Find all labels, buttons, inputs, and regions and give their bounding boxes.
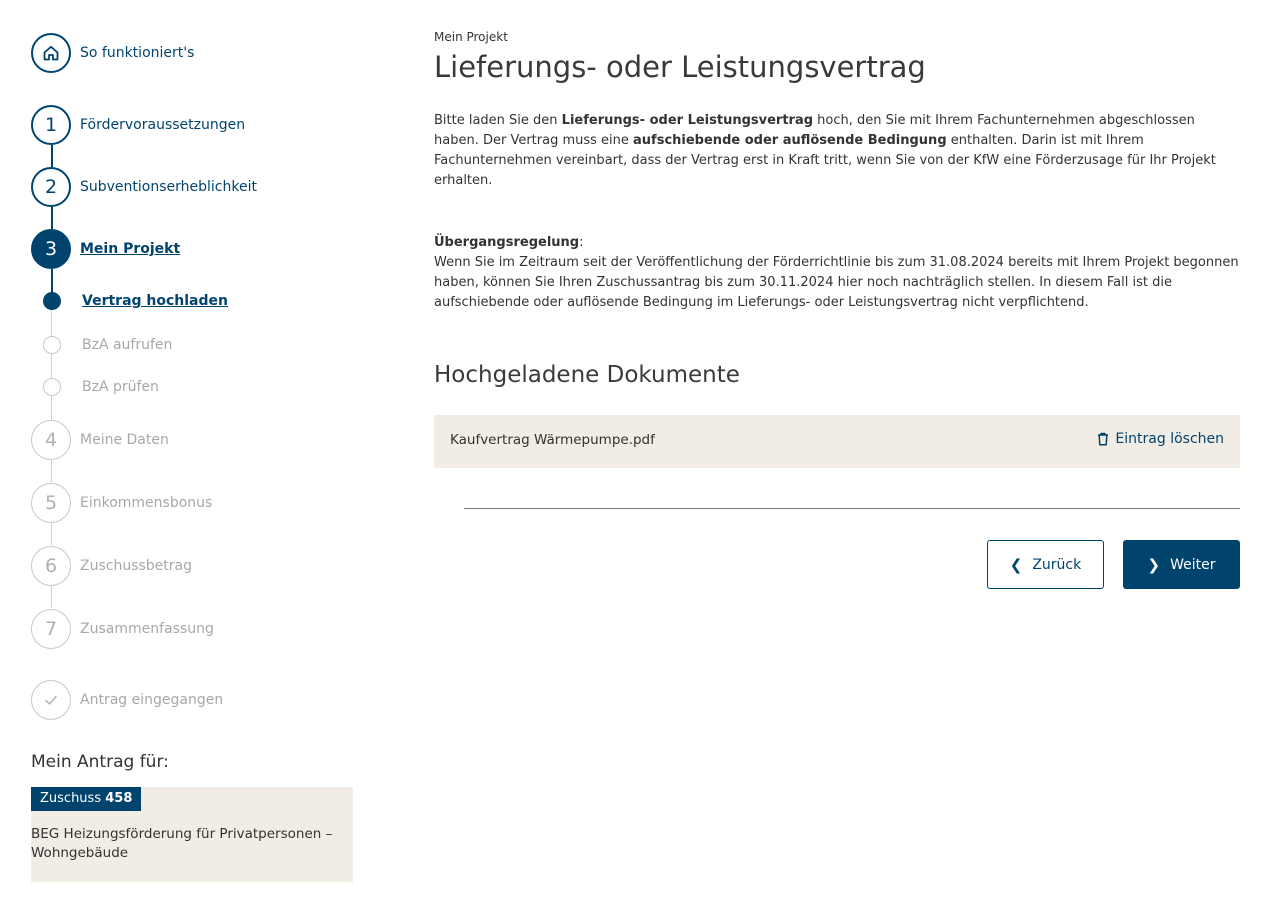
sidebar-step-label: Meine Daten [80,432,169,448]
sidebar-step-label: Mein Projekt [80,241,181,257]
substep-dot [43,378,61,396]
sidebar-substep-bza-check: BzA prüfen [43,378,159,396]
sidebar-step-label: Einkommensbonus [80,495,213,511]
substep-dot [43,292,61,310]
trash-icon [1098,432,1109,446]
transition-colon: : [579,235,584,250]
back-button-label: Zurück [1032,556,1082,573]
sidebar-step-submitted: Antrag eingegangen [31,680,223,720]
sidebar-item-label: So funktioniert's [80,45,195,61]
step-connector [51,145,53,167]
intro-bold-2: aufschiebende oder auflösende Bedingung [633,133,947,148]
uploaded-documents-heading: Hochgeladene Dokumente [434,362,740,388]
sidebar-step-label: Subventionserheblichkeit [80,179,257,195]
step-number: 5 [31,483,71,523]
back-button[interactable]: ❮ Zurück [987,540,1104,589]
intro-bold-1: Lieferungs- oder Leistungsvertrag [561,113,814,128]
sidebar-step-label: Zuschussbetrag [80,558,192,574]
sidebar-step-7: 7 Zusammenfassung [31,609,214,649]
sidebar-step-label: Zusammenfassung [80,621,214,637]
transition-heading: Übergangsregelung [434,235,580,250]
sidebar-substep-upload-contract[interactable]: Vertrag hochladen [43,292,228,310]
substep-dot [43,336,61,354]
transition-paragraph: Wenn Sie im Zeitraum seit der Veröffentl… [434,255,1239,310]
step-connector [51,310,52,336]
progress-sidebar: So funktioniert's 1 Fördervoraussetzunge… [0,0,380,900]
document-row: Kaufvertrag Wärmepumpe.pdf Eintrag lösch… [434,415,1240,468]
sidebar-item-how-it-works[interactable]: So funktioniert's [31,33,194,73]
sidebar-step-label: Fördervoraussetzungen [80,117,246,133]
chevron-left-icon: ❮ [1009,555,1023,574]
step-connector [51,586,52,608]
step-number: 4 [31,420,71,460]
step-number: 7 [31,609,71,649]
step-connector [51,460,52,482]
main-content: Mein Projekt Lieferungs- oder Leistungsv… [434,0,1240,900]
substep-label: BzA aufrufen [82,337,173,353]
page-pretitle: Mein Projekt [434,30,508,44]
step-number: 1 [31,105,71,145]
check-icon [31,680,71,720]
chevron-right-icon: ❯ [1147,555,1161,574]
delete-entry-button[interactable]: Eintrag löschen [1097,431,1224,447]
sidebar-step-5: 5 Einkommensbonus [31,483,212,523]
sidebar-step-4: 4 Meine Daten [31,420,169,460]
substep-label: Vertrag hochladen [82,293,228,309]
step-connector [51,207,53,229]
delete-entry-label: Eintrag löschen [1115,431,1224,447]
divider [464,508,1240,509]
grant-badge-number: 458 [105,791,133,806]
page-title: Lieferungs- oder Leistungsvertrag [434,50,926,84]
grant-badge: Zuschuss 458 [31,787,142,811]
application-summary-card: Zuschuss 458 BEG Heizungsförderung für P… [31,787,353,882]
step-number: 6 [31,546,71,586]
substep-label: BzA prüfen [82,379,159,395]
document-name: Kaufvertrag Wärmepumpe.pdf [450,432,655,448]
step-connector [51,396,52,420]
home-icon [31,33,71,73]
sidebar-step-6: 6 Zuschussbetrag [31,546,192,586]
step-connector [51,523,52,545]
grant-description: BEG Heizungsförderung für Privatpersonen… [31,826,333,861]
sidebar-step-label: Antrag eingegangen [80,692,224,708]
sidebar-step-1[interactable]: 1 Fördervoraussetzungen [31,105,245,145]
intro-paragraph: Bitte laden Sie den Lieferungs- oder Lei… [434,111,1240,191]
sidebar-step-2[interactable]: 2 Subventionserheblichkeit [31,167,257,207]
next-button[interactable]: ❯ Weiter [1123,540,1240,589]
sidebar-substep-bza-open: BzA aufrufen [43,336,172,354]
step-connector [51,354,52,378]
next-button-label: Weiter [1170,556,1216,573]
step-connector [51,269,53,292]
step-number: 3 [31,229,71,269]
intro-text-1: Bitte laden Sie den [434,113,562,128]
application-summary-heading: Mein Antrag für: [31,752,169,772]
step-number: 2 [31,167,71,207]
grant-badge-prefix: Zuschuss [40,791,102,806]
sidebar-step-3[interactable]: 3 Mein Projekt [31,229,180,269]
transition-heading-line: Übergangsregelung: [434,233,1240,253]
